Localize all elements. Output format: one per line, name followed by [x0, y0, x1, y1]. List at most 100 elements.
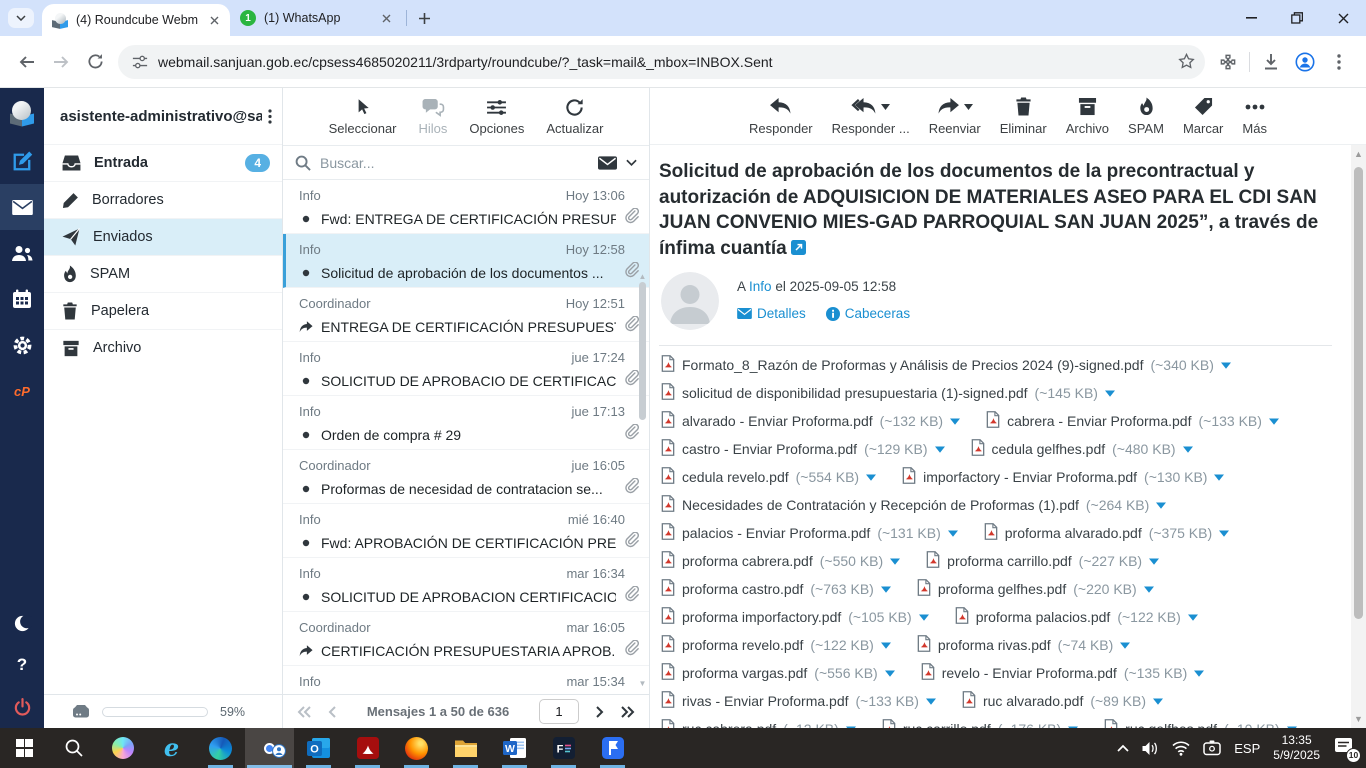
attachment[interactable]: proforma cabrera.pdf(~550 KB): [661, 551, 900, 571]
forward-button[interactable]: Reenviar: [929, 97, 981, 136]
options-button[interactable]: Opciones: [469, 97, 524, 136]
tab-roundcube[interactable]: (4) Roundcube Webmail :: Envia: [42, 4, 230, 36]
delete-button[interactable]: Eliminar: [1000, 97, 1047, 136]
dropdown-caret-icon[interactable]: [964, 104, 973, 110]
folder-item-spam[interactable]: SPAM: [44, 255, 282, 292]
logout-button[interactable]: [0, 686, 44, 728]
attachment[interactable]: solicitud de disponibilidad presupuestar…: [661, 383, 1115, 403]
attachment[interactable]: proforma castro.pdf(~763 KB): [661, 579, 891, 599]
profile-icon[interactable]: [1288, 45, 1322, 79]
attachment-menu-caret-icon[interactable]: [1120, 642, 1130, 649]
attachment[interactable]: ruc alvarado.pdf(~89 KB): [962, 691, 1163, 711]
attachment[interactable]: cedula revelo.pdf(~554 KB): [661, 467, 876, 487]
message-row[interactable]: InfoHoy 13:06 Fwd: ENTREGA DE CERTIFICAC…: [283, 180, 649, 234]
attachment-menu-caret-icon[interactable]: [1188, 614, 1198, 621]
minimize-button[interactable]: [1228, 0, 1274, 36]
attachment-menu-caret-icon[interactable]: [866, 474, 876, 481]
last-page-icon[interactable]: [620, 706, 635, 718]
attachment[interactable]: cabrera - Enviar Proforma.pdf(~133 KB): [986, 411, 1279, 431]
message-row[interactable]: Infomar 15:34: [283, 666, 649, 694]
folder-item-entrada[interactable]: Entrada 4: [44, 144, 282, 181]
account-header[interactable]: asistente-administrativo@sa...: [44, 88, 282, 144]
taskbar-flag-app-icon[interactable]: [588, 728, 637, 768]
compose-button[interactable]: [0, 138, 44, 184]
notification-center-button[interactable]: 10: [1335, 738, 1354, 759]
back-button[interactable]: [10, 45, 44, 79]
attachment-menu-caret-icon[interactable]: [948, 530, 958, 537]
attachment-menu-caret-icon[interactable]: [881, 642, 891, 649]
attachment[interactable]: imporfactory - Enviar Proforma.pdf(~130 …: [902, 467, 1224, 487]
page-number-input[interactable]: [539, 699, 579, 724]
attachment-menu-caret-icon[interactable]: [1219, 530, 1229, 537]
select-button[interactable]: Seleccionar: [329, 97, 397, 136]
account-menu-kebab-icon[interactable]: [268, 109, 272, 124]
reader-scrollbar[interactable]: ▲ ▼: [1351, 145, 1366, 728]
attachment[interactable]: Necesidades de Contratación y Recepción …: [661, 495, 1166, 515]
threads-button[interactable]: Hilos: [419, 97, 448, 136]
attachment-menu-caret-icon[interactable]: [1221, 362, 1231, 369]
attachment-menu-caret-icon[interactable]: [1156, 502, 1166, 509]
reply-all-button[interactable]: Responder ...: [832, 97, 910, 136]
details-link[interactable]: Detalles: [737, 306, 806, 321]
scroll-up-icon[interactable]: ▲: [1351, 149, 1366, 159]
spam-button[interactable]: SPAM: [1128, 97, 1164, 136]
attachment-menu-caret-icon[interactable]: [885, 670, 895, 677]
attachment[interactable]: proforma vargas.pdf(~556 KB): [661, 663, 895, 683]
attachment-menu-caret-icon[interactable]: [926, 698, 936, 705]
taskbar-chrome-icon[interactable]: [245, 728, 294, 768]
taskbar-acrobat-icon[interactable]: [343, 728, 392, 768]
message-row[interactable]: Infomar 16:34 SOLICITUD DE APROBACION CE…: [283, 558, 649, 612]
search-scope-mail-icon[interactable]: [598, 156, 617, 170]
attachment[interactable]: proforma revelo.pdf(~122 KB): [661, 635, 891, 655]
sender-link[interactable]: Info: [749, 279, 772, 294]
attachment[interactable]: proforma alvarado.pdf(~375 KB): [984, 523, 1229, 543]
camera-icon[interactable]: [1203, 740, 1221, 756]
message-row[interactable]: Infomié 16:40 Fwd: APROBACIÓN DE CERTIFI…: [283, 504, 649, 558]
site-settings-icon[interactable]: [132, 54, 148, 70]
taskbar-clock[interactable]: 13:35 5/9/2025: [1273, 733, 1320, 763]
headers-link[interactable]: Cabeceras: [826, 306, 910, 321]
dark-mode-button[interactable]: [0, 602, 44, 644]
wifi-icon[interactable]: [1172, 740, 1190, 756]
download-icon[interactable]: [1254, 45, 1288, 79]
taskbar-file-explorer-icon[interactable]: [441, 728, 490, 768]
attachment[interactable]: ruc cabrera.pdf(~12 KB): [661, 719, 856, 728]
folder-item-papelera[interactable]: Papelera: [44, 292, 282, 329]
attachment[interactable]: Formato_8_Razón de Proformas y Análisis …: [661, 355, 1231, 375]
url-text[interactable]: webmail.sanjuan.gob.ec/cpsess4685020211/…: [158, 54, 1178, 70]
folder-item-archivo[interactable]: Archivo: [44, 329, 282, 366]
attachment-menu-caret-icon[interactable]: [1153, 698, 1163, 705]
forward-button[interactable]: [44, 45, 78, 79]
attachment[interactable]: rivas - Enviar Proforma.pdf(~133 KB): [661, 691, 936, 711]
scrollbar-thumb[interactable]: [1354, 167, 1363, 619]
scroll-down-icon[interactable]: ▼: [1351, 714, 1366, 724]
attachment[interactable]: castro - Enviar Proforma.pdf(~129 KB): [661, 439, 945, 459]
attachment[interactable]: proforma palacios.pdf(~122 KB): [955, 607, 1198, 627]
attachment-menu-caret-icon[interactable]: [890, 558, 900, 565]
extensions-icon[interactable]: [1211, 45, 1245, 79]
reply-button[interactable]: Responder: [749, 97, 813, 136]
mail-nav-button[interactable]: [0, 184, 44, 230]
menu-kebab-icon[interactable]: [1322, 45, 1356, 79]
attachment-menu-caret-icon[interactable]: [1105, 390, 1115, 397]
message-row-selected[interactable]: InfoHoy 12:58 Solicitud de aprobación de…: [283, 234, 649, 288]
tab-search-button[interactable]: [8, 8, 34, 28]
folder-item-enviados[interactable]: Enviados: [44, 218, 282, 255]
attachment[interactable]: proforma carrillo.pdf(~227 KB): [926, 551, 1159, 571]
more-button[interactable]: Más: [1242, 97, 1267, 136]
volume-icon[interactable]: [1142, 741, 1159, 756]
contacts-nav-button[interactable]: [0, 230, 44, 276]
taskbar-firefox-icon[interactable]: [392, 728, 441, 768]
help-button[interactable]: ?: [0, 644, 44, 686]
attachment-menu-caret-icon[interactable]: [919, 614, 929, 621]
mark-button[interactable]: Marcar: [1183, 97, 1223, 136]
attachment[interactable]: palacios - Enviar Proforma.pdf(~131 KB): [661, 523, 958, 543]
message-row[interactable]: Infojue 17:24 SOLICITUD DE APROBACIO DE …: [283, 342, 649, 396]
message-row[interactable]: Coordinadormar 16:05 CERTIFICACIÓN PRESU…: [283, 612, 649, 666]
tab-close-icon[interactable]: [206, 12, 222, 28]
language-indicator[interactable]: ESP: [1234, 741, 1260, 756]
maximize-button[interactable]: [1274, 0, 1320, 36]
archive-button[interactable]: Archivo: [1066, 97, 1109, 136]
taskbar-internet-explorer-icon[interactable]: e: [147, 728, 196, 768]
attachment[interactable]: revelo - Enviar Proforma.pdf(~135 KB): [921, 663, 1205, 683]
